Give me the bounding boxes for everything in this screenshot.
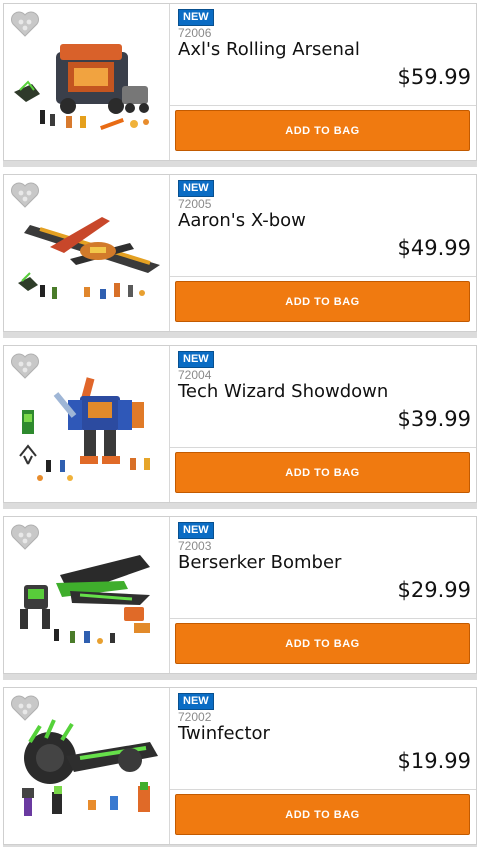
card-divider bbox=[3, 503, 477, 509]
product-info: NEW 72005 Aaron's X-bow $49.99 bbox=[170, 175, 476, 277]
product-info: NEW 72003 Berserker Bomber $29.99 bbox=[170, 517, 476, 619]
card-divider bbox=[3, 332, 477, 338]
add-to-bag-button[interactable]: ADD TO BAG bbox=[175, 452, 470, 493]
product-price: $19.99 bbox=[397, 749, 471, 773]
product-card: NEW 72003 Berserker Bomber $29.99 ADD TO… bbox=[3, 516, 477, 674]
item-number: 72005 bbox=[178, 197, 212, 211]
product-card: NEW 72002 Twinfector $19.99 ADD TO BAG bbox=[3, 687, 477, 845]
product-name[interactable]: Axl's Rolling Arsenal bbox=[178, 39, 360, 61]
product-info: NEW 72006 Axl's Rolling Arsenal $59.99 bbox=[170, 4, 476, 106]
product-image[interactable] bbox=[10, 716, 162, 836]
product-price: $29.99 bbox=[397, 578, 471, 602]
product-price: $39.99 bbox=[397, 407, 471, 431]
new-badge: NEW bbox=[178, 9, 214, 26]
item-number: 72004 bbox=[178, 368, 212, 382]
product-card: NEW 72006 Axl's Rolling Arsenal $59.99 A… bbox=[3, 3, 477, 161]
add-to-bag-button[interactable]: ADD TO BAG bbox=[175, 281, 470, 322]
product-name[interactable]: Twinfector bbox=[178, 723, 270, 745]
add-to-bag-button[interactable]: ADD TO BAG bbox=[175, 110, 470, 151]
new-badge: NEW bbox=[178, 693, 214, 710]
product-card: NEW 72005 Aaron's X-bow $49.99 ADD TO BA… bbox=[3, 174, 477, 332]
product-name[interactable]: Tech Wizard Showdown bbox=[178, 381, 388, 403]
new-badge: NEW bbox=[178, 351, 214, 368]
card-divider bbox=[3, 674, 477, 680]
item-number: 72006 bbox=[178, 26, 212, 40]
product-image[interactable] bbox=[10, 32, 162, 152]
product-image-area[interactable] bbox=[4, 175, 170, 331]
product-name[interactable]: Berserker Bomber bbox=[178, 552, 341, 574]
product-image-area[interactable] bbox=[4, 4, 170, 160]
product-card: NEW 72004 Tech Wizard Showdown $39.99 AD… bbox=[3, 345, 477, 503]
product-name[interactable]: Aaron's X-bow bbox=[178, 210, 306, 232]
item-number: 72003 bbox=[178, 539, 212, 553]
product-info: NEW 72002 Twinfector $19.99 bbox=[170, 688, 476, 790]
new-badge: NEW bbox=[178, 522, 214, 539]
item-number: 72002 bbox=[178, 710, 212, 724]
product-image[interactable] bbox=[10, 374, 162, 494]
product-image[interactable] bbox=[10, 545, 162, 665]
add-to-bag-button[interactable]: ADD TO BAG bbox=[175, 794, 470, 835]
product-image-area[interactable] bbox=[4, 517, 170, 673]
product-info: NEW 72004 Tech Wizard Showdown $39.99 bbox=[170, 346, 476, 448]
product-image-area[interactable] bbox=[4, 688, 170, 844]
card-divider bbox=[3, 161, 477, 167]
product-image-area[interactable] bbox=[4, 346, 170, 502]
product-price: $49.99 bbox=[397, 236, 471, 260]
product-price: $59.99 bbox=[397, 65, 471, 89]
add-to-bag-button[interactable]: ADD TO BAG bbox=[175, 623, 470, 664]
product-image[interactable] bbox=[10, 203, 162, 323]
new-badge: NEW bbox=[178, 180, 214, 197]
